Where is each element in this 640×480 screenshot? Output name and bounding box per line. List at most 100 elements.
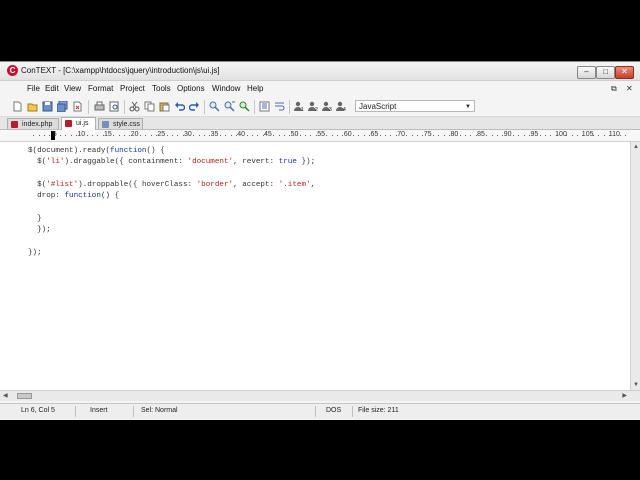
find-icon[interactable] (209, 101, 220, 112)
ruler-tick (449, 135, 451, 136)
print-icon[interactable] (94, 101, 105, 112)
code-token: 'li' (46, 158, 65, 167)
paste-icon[interactable] (159, 101, 170, 112)
ruler-tick (182, 135, 184, 136)
ruler-tick (624, 135, 626, 136)
redo-icon[interactable] (189, 101, 200, 112)
user-exec-4-icon[interactable]: 4 (336, 101, 347, 112)
language-select[interactable]: JavaScript ▼ (355, 100, 475, 112)
toolbar-separator (289, 100, 290, 114)
ruler-tick (225, 135, 227, 136)
ruler-tick (150, 135, 152, 136)
user-exec-1-icon[interactable]: 1 (294, 101, 305, 112)
menu-edit[interactable]: Edit (45, 84, 59, 93)
new-file-icon[interactable] (12, 101, 23, 112)
word-wrap-icon[interactable] (274, 101, 285, 112)
code-token: $( (28, 180, 47, 189)
status-cursor-position: Ln 6, Col 5 (21, 407, 55, 414)
ruler-tick (545, 135, 546, 136)
menu-file[interactable]: File (27, 84, 40, 93)
status-separator (75, 406, 76, 417)
ruler-tick (86, 135, 88, 136)
copy-icon[interactable] (144, 101, 155, 112)
menu-format[interactable]: Format (88, 84, 113, 93)
code-token: () { (146, 147, 165, 155)
code-editor[interactable]: $(document).ready(function() { $('li').d… (0, 142, 630, 390)
file-icon (102, 121, 109, 128)
menu-window[interactable]: Window (212, 84, 240, 93)
replace-icon[interactable] (239, 101, 250, 112)
svg-text:3: 3 (329, 107, 332, 112)
ruler-tick (459, 135, 461, 136)
ruler-tick (608, 135, 610, 136)
code-line: drop: function() { (28, 192, 119, 200)
maximize-button[interactable]: □ (596, 66, 615, 79)
ruler-tick (262, 135, 264, 136)
minimize-button[interactable]: – (577, 66, 596, 79)
ruler-number: 100 (555, 131, 567, 138)
close-window-button[interactable]: ✕ (615, 66, 634, 79)
cut-icon[interactable] (129, 101, 140, 112)
horizontal-scrollbar[interactable]: ◀ ▶ (0, 390, 640, 401)
ruler-tick (465, 135, 467, 136)
code-line: $(document).ready(function() { (28, 147, 165, 155)
ruler-number: 40 (237, 131, 246, 138)
ruler-number: 105 (581, 131, 594, 138)
document-restore-button[interactable]: ⧉ (611, 84, 617, 94)
code-line: $('li').draggable({ containment: 'docume… (28, 158, 315, 166)
save-all-icon[interactable] (57, 101, 68, 112)
code-token: ).droppable({ hoverClass: (78, 180, 197, 189)
language-select-value: JavaScript (359, 102, 397, 111)
undo-icon[interactable] (174, 101, 185, 112)
column-ruler: 5 10 15 20 25 30 35 40 45 50 55 60 65 70 75 80 85 90 95 100… (0, 130, 640, 142)
open-file-icon[interactable] (27, 101, 38, 112)
ruler-number: 45 (263, 131, 272, 138)
tab-index-php[interactable]: index.php (7, 118, 59, 129)
toolbar-separator (204, 100, 205, 114)
tab-style-css[interactable]: style.css (98, 118, 143, 129)
ruler-tick (299, 135, 301, 136)
user-exec-3-icon[interactable]: 3 (322, 101, 333, 112)
code-token: }); (28, 248, 42, 257)
code-token: function (64, 192, 101, 201)
scroll-left-icon[interactable]: ◀ (3, 392, 8, 399)
file-tab-bar: index.php ui.js style.css (0, 117, 640, 130)
ruler-tick (43, 135, 45, 136)
ruler-tick (470, 135, 472, 136)
code-token: '#list' (46, 180, 79, 189)
ruler-tick (235, 135, 237, 136)
menu-help[interactable]: Help (247, 84, 263, 93)
status-line-endings: DOS (326, 407, 342, 414)
code-line: }); (28, 249, 42, 257)
menu-options[interactable]: Options (177, 84, 205, 93)
print-preview-icon[interactable] (109, 101, 120, 112)
scroll-up-icon[interactable]: ▲ (633, 144, 639, 150)
ruler-tick (497, 135, 499, 136)
ruler-tick (592, 135, 594, 136)
title-bar[interactable]: C ConTEXT - [C:\xampp\htdocs\jquery\intr… (0, 62, 640, 81)
vertical-scrollbar[interactable]: ▲ ▼ (630, 142, 640, 390)
scroll-down-icon[interactable]: ▼ (633, 382, 639, 388)
code-token: $(document).ready( (28, 147, 111, 155)
code-token: true (278, 158, 297, 167)
menu-project[interactable]: Project (120, 84, 145, 93)
ruler-tick (363, 135, 365, 136)
find-next-icon[interactable] (224, 101, 235, 112)
toggle-line-numbers-icon[interactable] (259, 101, 270, 112)
user-exec-2-icon[interactable]: 2 (308, 101, 319, 112)
ruler-tick (582, 135, 584, 136)
horizontal-scroll-thumb[interactable] (17, 393, 32, 399)
ruler-tick (395, 135, 397, 136)
ruler-number: 65 (370, 131, 379, 138)
ruler-tick (70, 135, 72, 136)
ruler-tick (257, 135, 259, 136)
code-line: } (28, 215, 42, 223)
menu-tools[interactable]: Tools (152, 84, 171, 93)
toolbar-separator (254, 100, 255, 114)
tab-ui-js[interactable]: ui.js (61, 117, 96, 130)
scroll-right-icon[interactable]: ▶ (622, 392, 627, 399)
menu-view[interactable]: View (64, 84, 81, 93)
close-file-icon[interactable] (72, 101, 83, 112)
document-close-button[interactable]: ✕ (626, 84, 633, 93)
save-icon[interactable] (42, 101, 53, 112)
